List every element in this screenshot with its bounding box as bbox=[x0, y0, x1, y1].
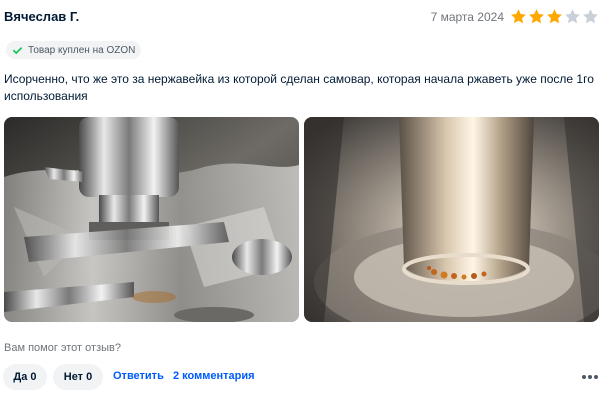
star-icon bbox=[511, 9, 526, 24]
reply-link[interactable]: Ответить bbox=[113, 370, 164, 382]
review-photo-samovar[interactable] bbox=[4, 117, 299, 322]
review-actions: Да 0 Нет 0 Ответить 2 комментария bbox=[3, 364, 599, 392]
check-icon bbox=[13, 46, 22, 54]
star-icon bbox=[565, 9, 580, 24]
comments-link[interactable]: 2 комментария bbox=[173, 370, 255, 382]
purchase-badge: Товар куплен на OZON bbox=[6, 41, 142, 59]
review-header: Вячеслав Г. 7 марта 2024 bbox=[4, 9, 599, 27]
helpful-yes-button[interactable]: Да 0 bbox=[3, 364, 47, 390]
star-icon bbox=[547, 9, 562, 24]
star-icon bbox=[583, 9, 598, 24]
review-date: 7 марта 2024 bbox=[430, 10, 504, 24]
rust-photo-image bbox=[304, 117, 599, 322]
star-icon bbox=[529, 9, 544, 24]
more-dots-icon[interactable] bbox=[581, 372, 599, 382]
rating-stars bbox=[510, 8, 599, 25]
author-name: Вячеслав Г. bbox=[4, 9, 80, 24]
review-text: Исорченно, что же это за нержавейка из к… bbox=[4, 72, 594, 103]
samovar-photo-image bbox=[4, 117, 299, 322]
helpful-question: Вам помог этот отзыв? bbox=[4, 342, 121, 354]
helpful-no-button[interactable]: Нет 0 bbox=[53, 364, 103, 390]
review-photo-rust[interactable] bbox=[304, 117, 599, 322]
purchase-badge-label: Товар куплен на OZON bbox=[28, 44, 136, 56]
